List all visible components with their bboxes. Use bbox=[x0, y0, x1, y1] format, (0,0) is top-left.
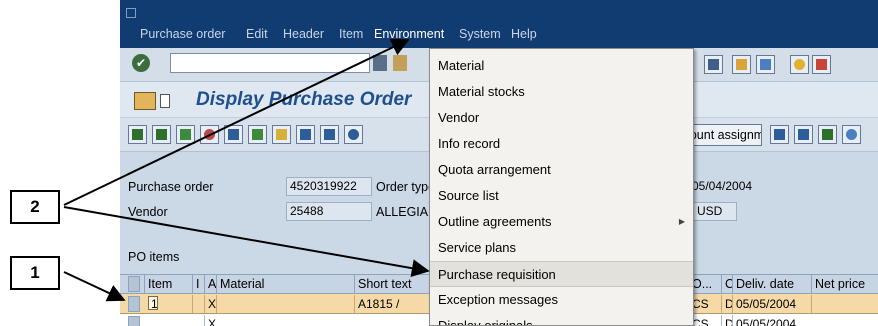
menu-item-outline-agreements[interactable]: Outline agreements ▶ bbox=[430, 209, 693, 235]
vendor-label: Vendor bbox=[128, 205, 168, 219]
menu-system[interactable]: System bbox=[459, 25, 501, 43]
purchase-order-label: Purchase order bbox=[128, 180, 214, 194]
other-purchase-order-icon[interactable] bbox=[134, 92, 156, 110]
arrow-to-item-row bbox=[63, 271, 126, 302]
sap-window: Purchase order Edit Header Item Environm… bbox=[120, 0, 878, 326]
document-date-field: 05/04/2004 bbox=[688, 177, 798, 196]
menu-item-quota-arrangement[interactable]: Quota arrangement bbox=[430, 157, 693, 183]
layout-menu-icon[interactable] bbox=[812, 55, 831, 74]
vendor-field[interactable]: 25488 bbox=[286, 202, 372, 221]
cell-net-price[interactable] bbox=[811, 295, 878, 313]
menu-bar: Purchase order Edit Header Item Environm… bbox=[120, 0, 878, 48]
filter-icon[interactable] bbox=[794, 125, 813, 144]
partners-icon[interactable] bbox=[248, 125, 267, 144]
menu-item-material-stocks[interactable]: Material stocks bbox=[430, 79, 693, 105]
print-preview-icon[interactable] bbox=[200, 125, 219, 144]
texts-icon[interactable] bbox=[224, 125, 243, 144]
menu-item-exception-messages[interactable]: Exception messages bbox=[430, 287, 693, 313]
back-nav-icon[interactable] bbox=[373, 55, 387, 71]
cell-deliv-date[interactable]: 05/05/2004 bbox=[732, 295, 811, 313]
shortcut-icon[interactable] bbox=[756, 55, 775, 74]
enter-check-icon[interactable]: ✔ bbox=[132, 54, 150, 72]
menu-item-info-record[interactable]: Info record bbox=[430, 131, 693, 157]
menu-item-source-list[interactable]: Source list bbox=[430, 183, 693, 209]
zoom-icon[interactable] bbox=[344, 125, 363, 144]
header-detail-icon[interactable] bbox=[128, 125, 147, 144]
item-overview-icon[interactable] bbox=[152, 125, 171, 144]
menu-purchase-order[interactable]: Purchase order bbox=[140, 25, 225, 43]
cell-short-text[interactable]: A1815 / bbox=[354, 295, 430, 313]
cell-a[interactable]: X bbox=[204, 295, 216, 313]
cell-material[interactable] bbox=[216, 295, 354, 313]
command-field[interactable] bbox=[170, 53, 370, 73]
callout-one: 1 bbox=[10, 256, 60, 290]
new-session-icon[interactable] bbox=[732, 55, 751, 74]
item-detail-icon[interactable] bbox=[176, 125, 195, 144]
currency-field[interactable]: USD bbox=[693, 202, 737, 221]
menu-item-display-originals[interactable]: Display originals bbox=[430, 313, 693, 325]
sum-icon[interactable] bbox=[818, 125, 837, 144]
cell-deliv-date[interactable]: 05/05/2004 bbox=[732, 315, 811, 326]
col-short-text[interactable]: Short text bbox=[354, 275, 430, 293]
menu-item-vendor[interactable]: Vendor bbox=[430, 105, 693, 131]
order-type-label: Order type bbox=[376, 180, 436, 194]
col-deliv-date[interactable]: Deliv. date bbox=[732, 275, 811, 293]
col-material[interactable]: Material bbox=[216, 275, 354, 293]
col-i[interactable]: I bbox=[192, 275, 204, 293]
cell-c[interactable]: D bbox=[721, 295, 732, 313]
environment-menu: Material Material stocks Vendor Info record… bbox=[429, 48, 694, 326]
menu-environment[interactable]: Environment bbox=[374, 25, 444, 43]
row-select-button[interactable] bbox=[128, 316, 140, 326]
col-net-price[interactable]: Net price bbox=[811, 275, 878, 293]
find-icon[interactable] bbox=[842, 125, 861, 144]
find-next-icon[interactable] bbox=[704, 55, 723, 74]
menu-item-purchase-requisition[interactable]: Purchase requisition bbox=[430, 261, 693, 287]
menu-item[interactable]: Item bbox=[339, 25, 363, 43]
save-icon[interactable] bbox=[393, 55, 407, 71]
col-a[interactable]: A bbox=[204, 275, 216, 293]
conditions-icon[interactable] bbox=[296, 125, 315, 144]
po-items-label: PO items bbox=[128, 250, 180, 264]
page-title: Display Purchase Order bbox=[196, 89, 412, 110]
callout-two: 2 bbox=[10, 190, 60, 224]
pricing-icon[interactable] bbox=[272, 125, 291, 144]
select-all-button[interactable] bbox=[128, 276, 140, 292]
schedule-icon[interactable] bbox=[320, 125, 339, 144]
document-icon[interactable] bbox=[160, 94, 170, 108]
col-item[interactable]: Item bbox=[144, 275, 192, 293]
cell-c[interactable]: D bbox=[721, 315, 732, 326]
row-select-button[interactable] bbox=[128, 296, 140, 312]
cell-i[interactable] bbox=[192, 295, 204, 313]
help-icon[interactable] bbox=[790, 55, 809, 74]
hierarchy-icon[interactable] bbox=[770, 125, 789, 144]
cell-item[interactable]: 1 bbox=[144, 295, 192, 313]
menu-item-service-plans[interactable]: Service plans bbox=[430, 235, 693, 261]
purchase-order-field[interactable]: 4520319922 bbox=[286, 177, 372, 196]
menu-edit[interactable]: Edit bbox=[246, 25, 268, 43]
menu-help[interactable]: Help bbox=[511, 25, 537, 43]
menu-header[interactable]: Header bbox=[283, 25, 324, 43]
col-c[interactable]: C bbox=[721, 275, 732, 293]
submenu-arrow-icon: ▶ bbox=[678, 217, 685, 226]
cell-a[interactable]: X bbox=[204, 315, 216, 326]
menu-item-material[interactable]: Material bbox=[430, 53, 693, 79]
window-menu-icon[interactable] bbox=[126, 8, 136, 18]
